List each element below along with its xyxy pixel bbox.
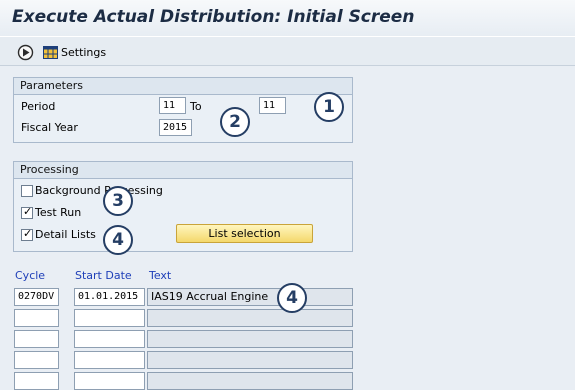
period-label: Period [21,100,56,113]
callout-badge: 3 [103,186,133,216]
table-cell-start-date[interactable] [74,372,145,390]
period-from-field[interactable]: 11 [159,97,186,114]
table-cell-text [147,372,353,390]
table-cell-cycle[interactable] [14,372,59,390]
table-cell-start-date[interactable] [74,309,145,327]
to-label: To [190,100,202,113]
table-cell-text [147,330,353,348]
callout-badge: 2 [220,107,250,137]
table-cell-start-date[interactable]: 01.01.2015 [74,288,145,306]
table-cell-text: IAS19 Accrual Engine [147,288,353,306]
table-cell-cycle[interactable] [14,330,59,348]
callout-badge: 4 [277,283,307,313]
column-header-text: Text [149,269,172,282]
checkmark-icon: ✓ [23,227,33,240]
processing-header: Processing [14,162,352,179]
detail-lists-checkbox[interactable]: ✓ [21,227,33,241]
page-title: Execute Actual Distribution: Initial Scr… [12,7,415,27]
fiscal-year-field[interactable]: 2015 [159,119,192,136]
table-cell-text [147,351,353,369]
column-header-cycle: Cycle [15,269,46,282]
background-processing-checkbox[interactable] [21,185,33,197]
list-selection-button[interactable]: List selection [176,224,313,243]
callout-badge: 4 [103,225,133,255]
table-cell-cycle[interactable] [14,309,59,327]
callout-badge: 1 [314,92,344,122]
execute-clock-icon[interactable] [17,44,34,61]
table-cell-start-date[interactable] [74,330,145,348]
table-cell-text [147,309,353,327]
settings-button[interactable]: Settings [43,42,106,62]
detail-lists-label: Detail Lists [35,228,96,241]
table-cell-cycle[interactable] [14,351,59,369]
test-run-label: Test Run [35,206,82,219]
application-toolbar: Settings [0,36,575,66]
checkmark-icon: ✓ [23,205,33,218]
table-cell-cycle[interactable]: 0270DV [14,288,59,306]
table-cell-start-date[interactable] [74,351,145,369]
settings-grid-icon [43,45,58,59]
background-processing-label: Background Processing [35,184,163,197]
parameters-header: Parameters [14,78,352,95]
title-bar: Execute Actual Distribution: Initial Scr… [0,0,575,36]
column-header-start-date: Start Date [75,269,132,282]
fiscal-year-label: Fiscal Year [21,121,78,134]
test-run-checkbox[interactable]: ✓ [21,205,33,219]
period-to-field[interactable]: 11 [259,97,286,114]
settings-label: Settings [61,45,107,59]
